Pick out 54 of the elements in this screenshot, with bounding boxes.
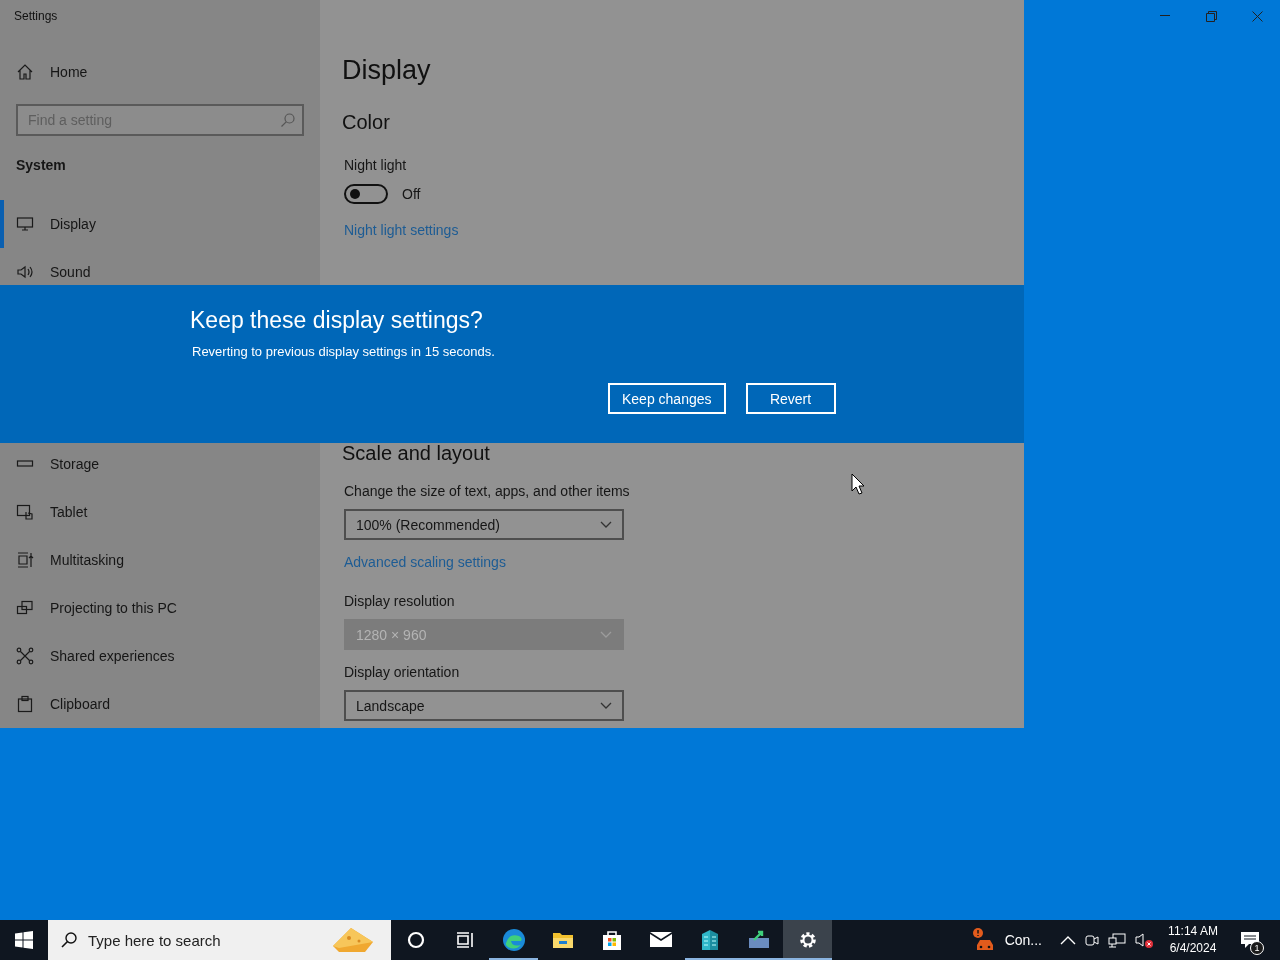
network-icon <box>1108 931 1126 949</box>
chevron-down-icon <box>600 520 612 529</box>
toggle-switch[interactable] <box>344 184 388 204</box>
sidebar-item[interactable]: Storage <box>0 440 320 488</box>
search-icon <box>280 112 296 128</box>
page-title: Display <box>342 55 431 86</box>
sidebar-item[interactable]: Multitasking <box>0 536 320 584</box>
setting-label: Change the size of text, apps, and other items <box>344 483 630 499</box>
home-item[interactable]: Home <box>0 48 320 96</box>
speaker-icon <box>16 263 34 281</box>
tray-status-button[interactable]: Con... <box>966 920 1046 960</box>
multitasking-icon <box>16 551 34 569</box>
tablet-icon <box>16 503 34 521</box>
shared-icon <box>16 647 34 665</box>
notification-count: 1 <box>1250 941 1264 955</box>
edge-icon <box>500 927 527 953</box>
section-heading: Scale and layout <box>342 442 490 465</box>
dialog-button[interactable]: Keep changes <box>608 383 726 414</box>
sidebar-item[interactable]: Projecting to this PC <box>0 584 320 632</box>
setting-label: Display orientation <box>344 664 460 680</box>
window-title: Settings <box>14 8 58 23</box>
chevron-down-icon <box>600 701 612 710</box>
sidebar-item[interactable]: Tablet <box>0 488 320 536</box>
sidebar-item[interactable]: Display <box>0 200 320 248</box>
sidebar-item[interactable]: Shared experiences <box>0 632 320 680</box>
sidebar-item[interactable]: Clipboard <box>0 680 320 728</box>
notifications-button[interactable]: 1 <box>1228 920 1272 960</box>
taskbar-app-button[interactable] <box>783 920 832 960</box>
toggle-state: Off <box>402 186 421 202</box>
dropdown[interactable]: Landscape <box>344 690 624 721</box>
search-icon <box>60 931 78 949</box>
mouse-cursor-icon <box>851 473 865 495</box>
monitor-icon <box>16 215 34 233</box>
dropdown[interactable]: 100% (Recommended) <box>344 509 624 540</box>
section-heading: Color <box>342 111 390 134</box>
dialog-title: Keep these display settings? <box>190 307 484 334</box>
minimize-icon <box>1160 15 1170 17</box>
dialog-message: Reverting to previous display settings in 15 seconds. <box>192 344 496 359</box>
windows-logo-icon <box>15 931 33 949</box>
chevron-down-icon <box>600 630 612 639</box>
restore-icon <box>1205 10 1217 22</box>
taskbar-search-field[interactable]: Type here to search <box>48 920 391 960</box>
muted-speaker-icon <box>1134 931 1154 949</box>
clipboard-icon <box>16 695 34 713</box>
dialog-button[interactable]: Revert <box>745 383 836 414</box>
clock[interactable]: 11:14 AM 6/4/2024 <box>1158 920 1228 960</box>
setting-label: Display resolution <box>344 593 455 609</box>
close-icon <box>1251 10 1263 22</box>
setting-label: Night light <box>344 157 407 173</box>
caret-up-icon <box>1060 935 1076 945</box>
section-heading: System <box>16 156 67 175</box>
sidebar-item[interactable]: Sound <box>0 248 320 296</box>
projecting-icon <box>16 599 34 617</box>
home-icon <box>16 63 34 81</box>
